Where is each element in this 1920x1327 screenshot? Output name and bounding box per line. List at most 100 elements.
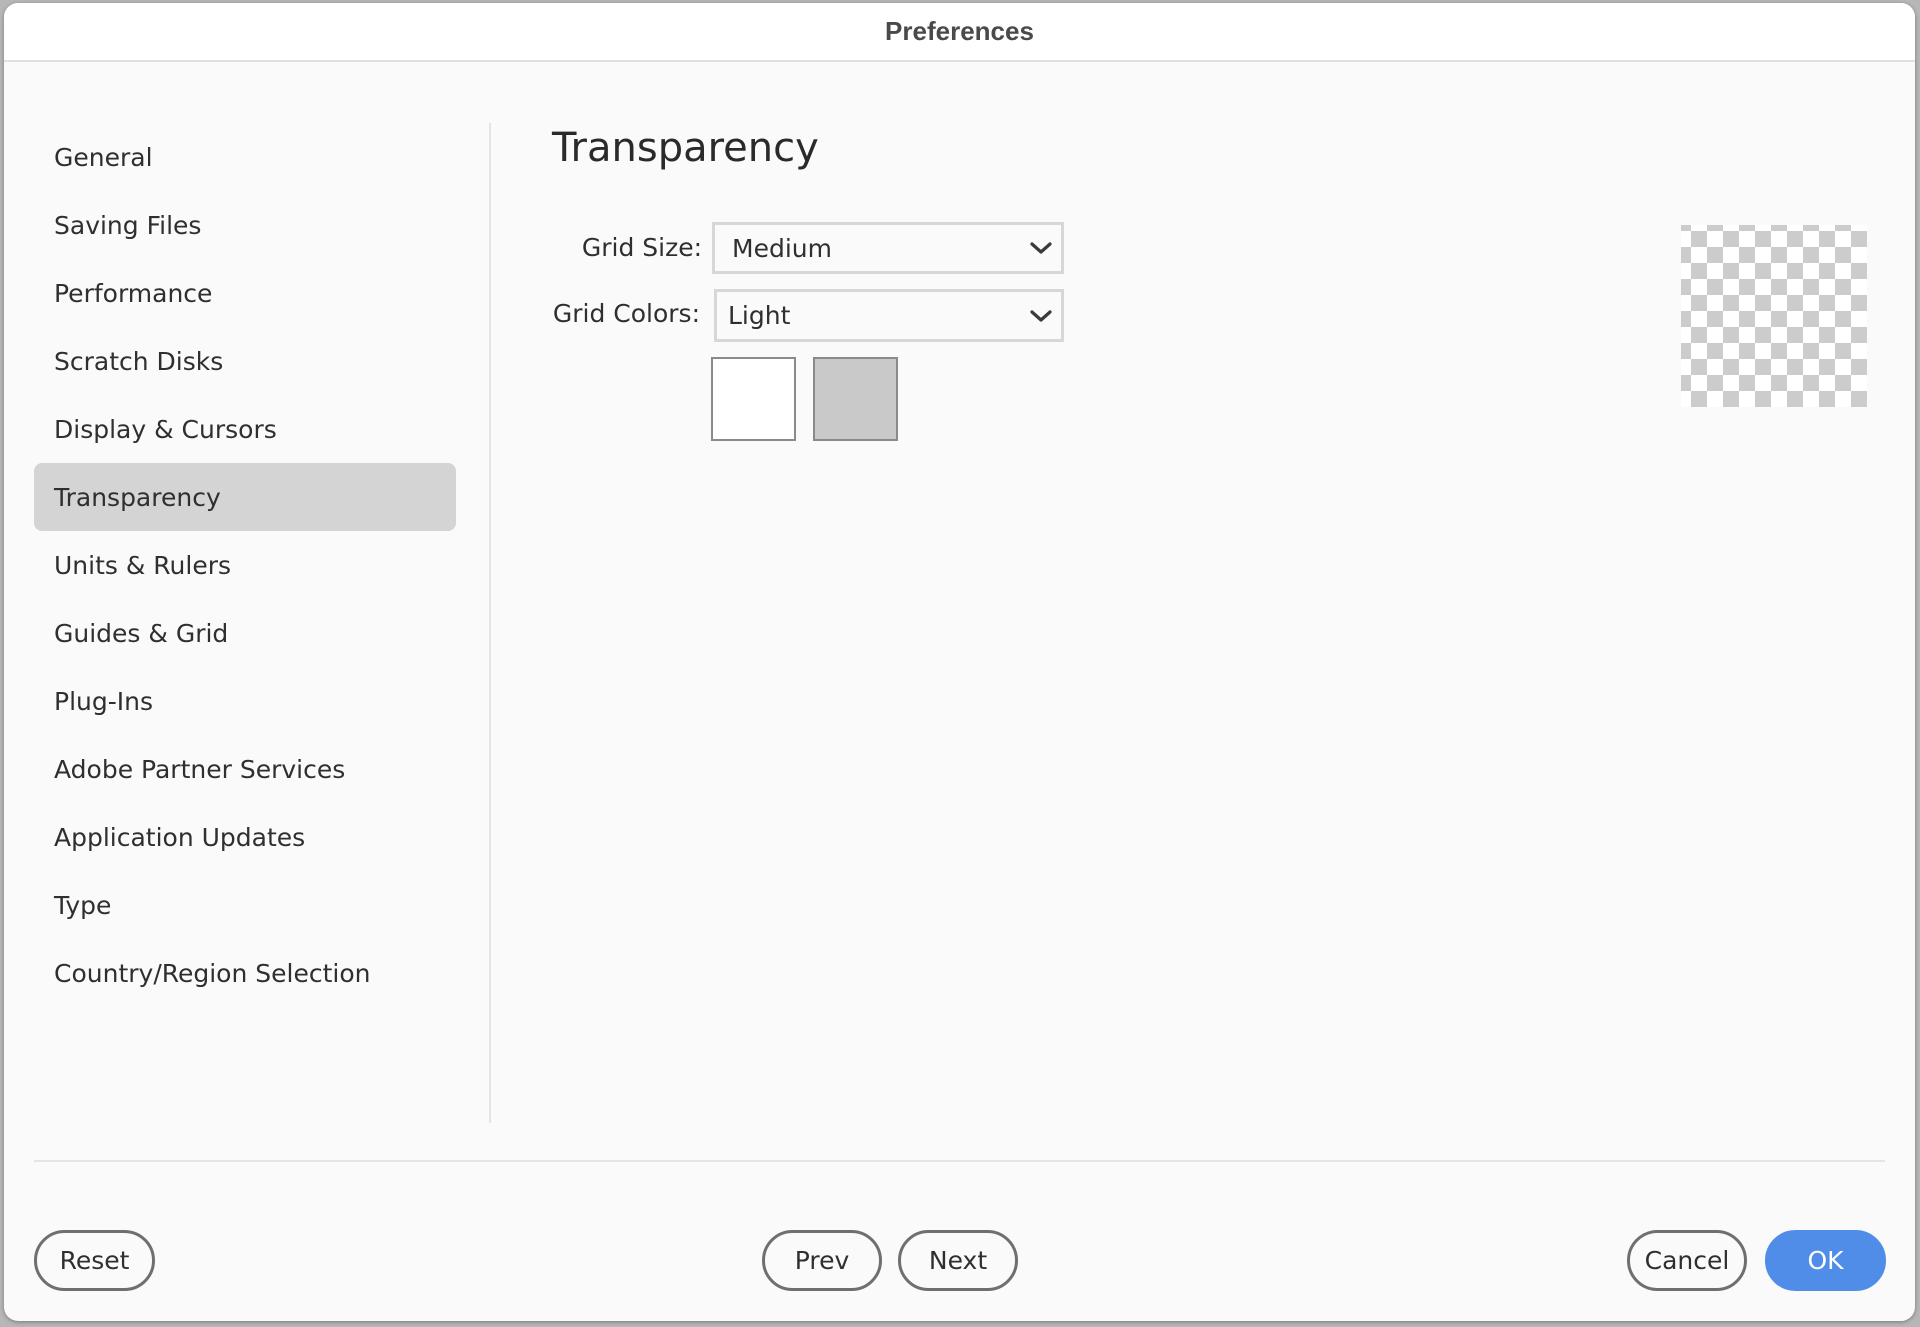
- checker-cell: [1851, 375, 1867, 391]
- checker-cell: [1851, 327, 1867, 343]
- checker-cell: [1755, 225, 1771, 231]
- sidebar-item-label: Guides & Grid: [54, 618, 229, 648]
- grid-colors-select[interactable]: Light: [714, 289, 1064, 342]
- checker-cell: [1723, 231, 1739, 247]
- checker-cell: [1819, 247, 1835, 263]
- checker-cell: [1771, 295, 1787, 311]
- checker-cell: [1835, 231, 1851, 247]
- sidebar-item-display-cursors[interactable]: Display & Cursors: [34, 395, 456, 463]
- checker-cell: [1787, 225, 1803, 231]
- checker-cell: [1723, 311, 1739, 327]
- checker-cell: [1835, 311, 1851, 327]
- checker-cell: [1851, 231, 1867, 247]
- sidebar-item-adobe-partner-services[interactable]: Adobe Partner Services: [34, 735, 456, 803]
- checker-cell: [1739, 391, 1755, 407]
- checker-cell: [1819, 327, 1835, 343]
- grid-color-swatch-light[interactable]: [711, 357, 796, 441]
- checker-cell: [1755, 247, 1771, 263]
- checker-cell: [1787, 279, 1803, 295]
- checker-cell: [1707, 263, 1723, 279]
- checker-cell: [1835, 263, 1851, 279]
- checker-cell: [1681, 247, 1691, 263]
- checker-cell: [1739, 359, 1755, 375]
- checker-cell: [1681, 231, 1691, 247]
- checker-cell: [1755, 295, 1771, 311]
- checker-cell: [1739, 311, 1755, 327]
- grid-color-swatch-dark[interactable]: [813, 357, 898, 441]
- checker-cell: [1851, 225, 1867, 231]
- sidebar-divider: [489, 123, 491, 1123]
- checker-cell: [1755, 391, 1771, 407]
- sidebar-item-performance[interactable]: Performance: [34, 259, 456, 327]
- checker-cell: [1819, 359, 1835, 375]
- page-title: Transparency: [552, 125, 819, 171]
- chevron-down-icon: [1030, 242, 1052, 254]
- checker-cell: [1681, 311, 1691, 327]
- sidebar-item-label: Display & Cursors: [54, 414, 277, 444]
- checker-cell: [1771, 327, 1787, 343]
- prev-button[interactable]: Prev: [762, 1230, 882, 1291]
- checker-cell: [1691, 279, 1707, 295]
- grid-size-select[interactable]: Medium: [712, 222, 1064, 274]
- checker-cell: [1707, 231, 1723, 247]
- checker-cell: [1819, 231, 1835, 247]
- checker-cell: [1691, 375, 1707, 391]
- checker-cell: [1723, 247, 1739, 263]
- cancel-button[interactable]: Cancel: [1627, 1230, 1747, 1291]
- checker-cell: [1755, 231, 1771, 247]
- sidebar-item-guides-grid[interactable]: Guides & Grid: [34, 599, 456, 667]
- grid-colors-label: Grid Colors:: [552, 299, 700, 328]
- checker-cell: [1771, 225, 1787, 231]
- checker-cell: [1755, 327, 1771, 343]
- ok-button[interactable]: OK: [1765, 1230, 1886, 1291]
- checker-cell: [1691, 391, 1707, 407]
- checker-cell: [1803, 247, 1819, 263]
- checker-cell: [1803, 375, 1819, 391]
- sidebar-item-units-rulers[interactable]: Units & Rulers: [34, 531, 456, 599]
- checker-cell: [1707, 279, 1723, 295]
- sidebar-item-general[interactable]: General: [34, 123, 456, 191]
- checker-cell: [1835, 327, 1851, 343]
- checker-cell: [1755, 279, 1771, 295]
- sidebar-item-transparency[interactable]: Transparency: [34, 463, 456, 531]
- checker-cell: [1787, 359, 1803, 375]
- checker-cell: [1723, 343, 1739, 359]
- preferences-dialog: Preferences General Saving Files Perform…: [4, 3, 1915, 1321]
- checker-cell: [1819, 391, 1835, 407]
- checker-cell: [1851, 343, 1867, 359]
- checker-cell: [1771, 343, 1787, 359]
- sidebar-item-country-region[interactable]: Country/Region Selection: [34, 939, 456, 1007]
- checker-cell: [1819, 279, 1835, 295]
- checker-cell: [1771, 231, 1787, 247]
- checker-cell: [1691, 263, 1707, 279]
- checker-cell: [1851, 247, 1867, 263]
- checker-cell: [1681, 359, 1691, 375]
- checker-cell: [1803, 295, 1819, 311]
- sidebar-item-saving-files[interactable]: Saving Files: [34, 191, 456, 259]
- sidebar-item-type[interactable]: Type: [34, 871, 456, 939]
- checker-cell: [1681, 327, 1691, 343]
- checker-cell: [1771, 359, 1787, 375]
- checker-cell: [1819, 375, 1835, 391]
- next-button[interactable]: Next: [898, 1230, 1018, 1291]
- checker-cell: [1739, 279, 1755, 295]
- sidebar-item-plug-ins[interactable]: Plug-Ins: [34, 667, 456, 735]
- checker-cell: [1851, 295, 1867, 311]
- sidebar-item-label: Transparency: [54, 482, 221, 512]
- checker-cell: [1691, 327, 1707, 343]
- sidebar-item-label: Country/Region Selection: [54, 958, 371, 988]
- checker-cell: [1723, 391, 1739, 407]
- sidebar-item-label: Scratch Disks: [54, 346, 224, 376]
- sidebar-item-label: Units & Rulers: [54, 550, 232, 580]
- checker-cell: [1755, 311, 1771, 327]
- checker-cell: [1739, 327, 1755, 343]
- sidebar-item-label: General: [54, 142, 153, 172]
- sidebar-item-scratch-disks[interactable]: Scratch Disks: [34, 327, 456, 395]
- reset-button[interactable]: Reset: [34, 1230, 155, 1291]
- sidebar-item-application-updates[interactable]: Application Updates: [34, 803, 456, 871]
- checker-cell: [1681, 263, 1691, 279]
- checker-cell: [1835, 279, 1851, 295]
- checker-cell: [1707, 359, 1723, 375]
- checker-cell: [1819, 263, 1835, 279]
- checker-cell: [1819, 343, 1835, 359]
